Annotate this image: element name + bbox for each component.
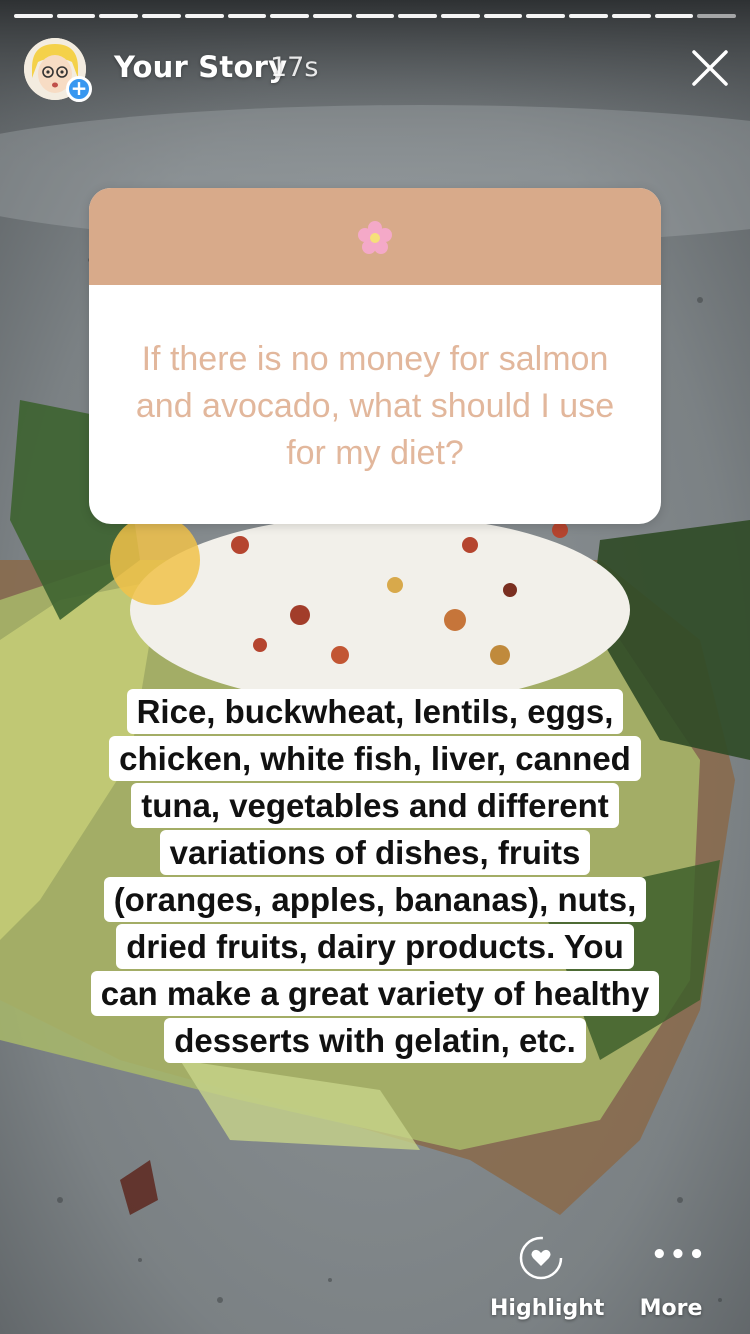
add-story-plus-icon[interactable]: + <box>66 76 92 102</box>
progress-segment <box>441 14 480 18</box>
more-label: More <box>639 1296 703 1321</box>
answer-text-block: Rice, buckwheat, lentils, eggs, chicken, … <box>54 688 696 1064</box>
progress-segment <box>312 14 352 18</box>
progress-segment <box>99 14 139 18</box>
progress-segment <box>14 14 53 18</box>
progress-segment <box>697 14 736 18</box>
answer-line: chicken, white fish, liver, canned <box>109 736 641 781</box>
progress-segment <box>611 14 651 18</box>
answer-line-row: variations of dishes, fruits <box>54 829 696 876</box>
story-progress-bar <box>14 14 736 18</box>
progress-segment <box>184 14 224 18</box>
answer-line-row: chicken, white fish, liver, canned <box>54 735 696 782</box>
progress-segment <box>654 14 694 18</box>
progress-segment <box>227 14 267 18</box>
more-button[interactable]: ••• More <box>634 1240 708 1324</box>
answer-line-row: tuna, vegetables and different <box>54 782 696 829</box>
progress-segment <box>569 14 608 18</box>
answer-line: Rice, buckwheat, lentils, eggs, <box>126 689 624 734</box>
story-timestamp: 17s <box>270 52 319 83</box>
answer-line-row: can make a great variety of healthy <box>54 970 696 1017</box>
highlight-button[interactable]: Highlight <box>490 1232 605 1324</box>
progress-segment <box>56 14 96 18</box>
answer-line: variations of dishes, fruits <box>159 830 591 875</box>
heart-highlight-icon <box>519 1236 563 1280</box>
answer-line-row: desserts with gelatin, etc. <box>54 1017 696 1064</box>
progress-segment <box>355 14 395 18</box>
question-sticker[interactable]: If there is no money for salmon and avoc… <box>89 188 661 524</box>
question-text: If there is no money for salmon and avoc… <box>135 340 615 472</box>
more-dots-icon: ••• <box>651 1240 707 1270</box>
flower-icon <box>358 221 392 254</box>
answer-line: desserts with gelatin, etc. <box>164 1018 586 1063</box>
story-owner-name[interactable]: Your Story <box>114 50 287 84</box>
answer-line: (oranges, apples, bananas), nuts, <box>103 877 647 922</box>
highlight-label: Highlight <box>490 1296 605 1321</box>
answer-line-row: Rice, buckwheat, lentils, eggs, <box>54 688 696 735</box>
progress-segment <box>270 14 309 18</box>
answer-line-row: (oranges, apples, bananas), nuts, <box>54 876 696 923</box>
question-sticker-header <box>89 188 661 285</box>
answer-line: can make a great variety of healthy <box>90 971 660 1016</box>
answer-line: tuna, vegetables and different <box>131 783 619 828</box>
progress-segment <box>526 14 566 18</box>
progress-segment <box>142 14 181 18</box>
answer-line-row: dried fruits, dairy products. You <box>54 923 696 970</box>
close-icon <box>692 50 728 86</box>
answer-line: dried fruits, dairy products. You <box>116 924 634 969</box>
close-button[interactable] <box>690 48 730 88</box>
progress-segment <box>483 14 523 18</box>
progress-segment <box>398 14 438 18</box>
